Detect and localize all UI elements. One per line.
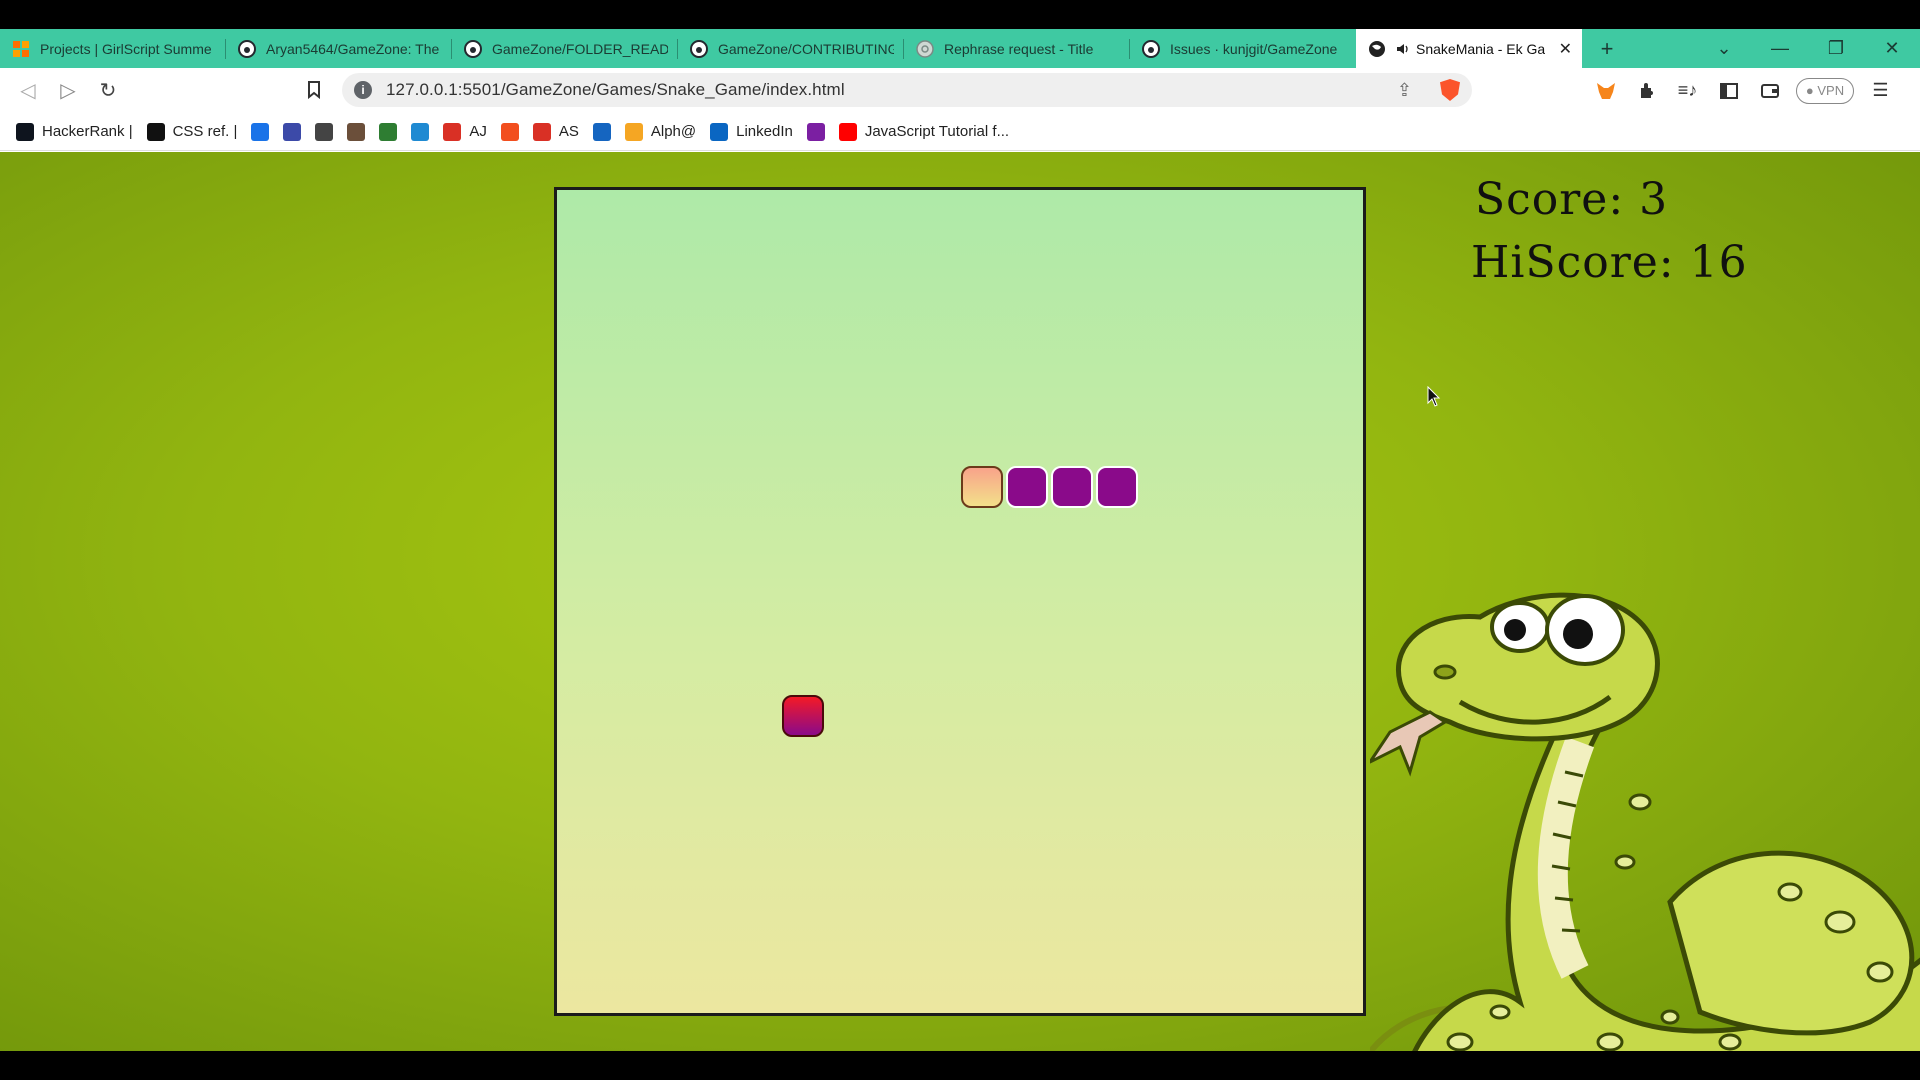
mouse-cursor-icon xyxy=(1427,386,1441,407)
alpha-icon xyxy=(624,122,643,141)
metamask-icon[interactable] xyxy=(1585,71,1626,111)
tab-title: Aryan5464/GameZone: The xyxy=(266,40,440,57)
hackerrank-icon xyxy=(16,122,34,141)
bookmark-label: LinkedIn xyxy=(736,123,793,140)
c-icon xyxy=(592,122,611,141)
gmail-icon xyxy=(532,122,551,141)
close-tab-icon[interactable]: ✕ xyxy=(1559,39,1572,59)
bookmark-item[interactable]: CSS ref. | xyxy=(146,122,238,141)
bookmark-icon[interactable] xyxy=(294,70,334,110)
wallet-icon[interactable] xyxy=(1749,71,1790,111)
gmail-icon xyxy=(443,122,462,141)
tab-strip: Projects | GirlScript Summe Aryan5464/Ga… xyxy=(0,29,1920,68)
bookmark-item[interactable]: HackerRank | xyxy=(16,122,133,141)
edge-icon xyxy=(411,122,430,141)
tab-title: Rephrase request - Title xyxy=(944,40,1094,57)
game-page: Score: 3 HiScore: 16 xyxy=(0,152,1920,1051)
snake-head xyxy=(961,466,1004,509)
bookmark-item[interactable] xyxy=(251,122,270,141)
github-icon xyxy=(238,39,256,58)
game-board[interactable] xyxy=(554,187,1366,1016)
brave-shield-icon[interactable] xyxy=(1440,79,1460,101)
github-icon xyxy=(464,39,482,58)
hiscore-display: HiScore: 16 xyxy=(1471,237,1748,288)
globe-icon xyxy=(1368,40,1386,58)
address-bar[interactable]: i 127.0.0.1:5501/GameZone/Games/Snake_Ga… xyxy=(342,73,1472,107)
minimize-button[interactable]: — xyxy=(1752,29,1808,68)
bookmark-label: CSS ref. | xyxy=(172,123,238,140)
browser-toolbar: ◁ ▷ ↻ i 127.0.0.1:5501/GameZone/Games/Sn… xyxy=(0,68,1920,113)
tab-folder-readme[interactable]: GameZone/FOLDER_READM xyxy=(452,29,678,68)
tab-title: GameZone/CONTRIBUTING xyxy=(718,40,894,57)
bookmark-item[interactable] xyxy=(500,122,519,141)
girlscript-icon xyxy=(12,40,30,58)
bookmark-item[interactable]: AS xyxy=(532,122,579,141)
browser-window: Projects | GirlScript Summe Aryan5464/Ga… xyxy=(0,29,1920,1051)
bookmark-item[interactable] xyxy=(592,122,611,141)
bookmark-item[interactable] xyxy=(379,122,398,141)
infinity-icon xyxy=(379,122,398,141)
extensions-icon[interactable] xyxy=(1626,71,1667,111)
score-display: Score: 3 xyxy=(1475,174,1669,225)
youtube-icon xyxy=(838,122,857,141)
snake-mascot-image xyxy=(1370,592,1920,1051)
bookmark-item[interactable]: Alph@ xyxy=(624,122,697,141)
tab-gamezone-repo[interactable]: Aryan5464/GameZone: The xyxy=(226,29,452,68)
bookmark-label: JavaScript Tutorial f... xyxy=(864,123,1010,140)
css-ref-icon xyxy=(146,122,165,141)
vpn-label: VPN xyxy=(1817,83,1845,98)
chat-icon xyxy=(916,39,934,58)
bookmarks-bar: HackerRank | CSS ref. | AJ AS Alph@ LinkedIn J… xyxy=(0,113,1920,151)
bookmark-label: HackerRank | xyxy=(42,123,133,140)
info-icon[interactable]: i xyxy=(354,81,372,99)
un-icon xyxy=(283,122,302,141)
bookmark-item[interactable]: JavaScript Tutorial f... xyxy=(838,122,1010,141)
tab-rephrase[interactable]: Rephrase request - Title xyxy=(904,29,1130,68)
bookmark-label: Alph@ xyxy=(650,123,697,140)
tab-search-chevron-icon[interactable]: ⌄ xyxy=(1696,29,1752,68)
media-queue-icon[interactable]: ≡♪ xyxy=(1667,71,1708,111)
leaf-icon xyxy=(315,122,334,141)
vpn-button[interactable]: ● VPN xyxy=(1796,77,1854,104)
bookmark-item[interactable] xyxy=(315,122,334,141)
tab-title: GameZone/FOLDER_READM xyxy=(492,40,668,57)
github-icon xyxy=(1142,39,1160,58)
snake-body-segment xyxy=(1006,466,1049,509)
github-icon xyxy=(690,39,708,58)
forward-button[interactable]: ▷ xyxy=(48,71,88,111)
tab-snakemania[interactable]: SnakeMania - Ek Ga ✕ xyxy=(1356,29,1582,68)
reload-button[interactable]: ↻ xyxy=(88,71,128,111)
bookmark-item[interactable]: LinkedIn xyxy=(710,122,793,141)
snake-body-segment xyxy=(1095,466,1138,509)
url-text: 127.0.0.1:5501/GameZone/Games/Snake_Game… xyxy=(386,80,845,99)
figma-icon xyxy=(500,122,519,141)
snake-body-segment xyxy=(1050,466,1093,509)
tab-title: Projects | GirlScript Summe xyxy=(40,40,212,57)
bookmark-label: AJ xyxy=(469,123,487,140)
m-icon xyxy=(806,122,825,141)
bookmark-item[interactable] xyxy=(347,122,366,141)
tab-contributing[interactable]: GameZone/CONTRIBUTING xyxy=(678,29,904,68)
tab-issues[interactable]: Issues · kunjgit/GameZone xyxy=(1130,29,1356,68)
menu-icon[interactable]: ☰ xyxy=(1860,71,1901,111)
close-window-button[interactable]: ✕ xyxy=(1864,29,1920,68)
bookmark-item[interactable]: AJ xyxy=(443,122,487,141)
bookmark-item[interactable] xyxy=(411,122,430,141)
sidebar-icon[interactable] xyxy=(1708,71,1749,111)
food-item xyxy=(782,694,825,737)
linkedin-icon xyxy=(710,122,729,141)
bookmark-label: AS xyxy=(558,123,579,140)
back-button[interactable]: ◁ xyxy=(8,71,48,111)
docs-icon xyxy=(251,122,270,141)
restore-button[interactable]: ❐ xyxy=(1808,29,1864,68)
share-icon[interactable]: ⇪ xyxy=(1397,80,1412,101)
bookmark-item[interactable] xyxy=(806,122,825,141)
speaker-icon[interactable] xyxy=(1396,40,1410,58)
bookmark-item[interactable] xyxy=(283,122,302,141)
tab-girlscript[interactable]: Projects | GirlScript Summe xyxy=(0,29,226,68)
tab-title: Issues · kunjgit/GameZone xyxy=(1170,40,1338,57)
cc-icon xyxy=(347,122,366,141)
new-tab-button[interactable]: + xyxy=(1582,29,1632,68)
tab-title: SnakeMania - Ek Ga xyxy=(1416,40,1546,57)
